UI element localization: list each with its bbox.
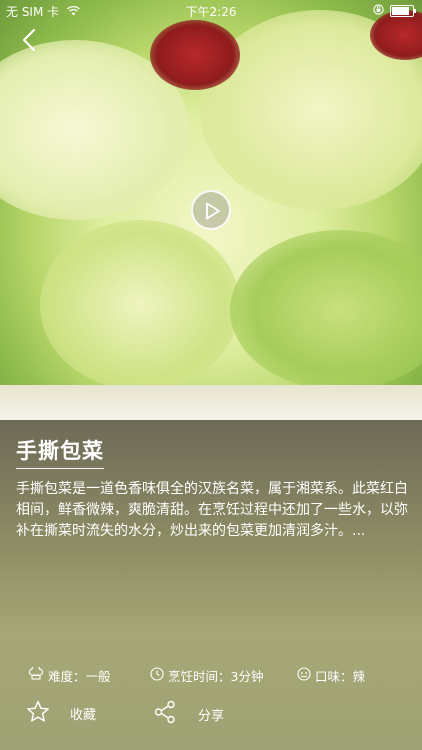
chevron-left-icon: [22, 28, 36, 52]
favorite-button[interactable]: 收藏: [26, 700, 96, 727]
cook-time-info: 烹饪时间：3分钟: [150, 666, 263, 685]
status-bar: 无 SIM 卡 下午2:26: [0, 0, 422, 20]
dish-description: 手撕包菜是一道色香味俱全的汉族名菜，属于湘菜系。此菜红白相间，鲜香微辣，爽脆清甜…: [16, 481, 408, 539]
chili-pepper: [150, 20, 240, 90]
battery-icon: [390, 5, 416, 17]
clock-icon: [150, 667, 164, 684]
plate-edge: [0, 385, 422, 420]
share-label: 分享: [198, 708, 225, 724]
difficulty-text: 难度：一般: [48, 669, 111, 684]
taste-text: 口味：辣: [315, 669, 366, 684]
dish-title: 手撕包菜: [16, 435, 104, 469]
share-button[interactable]: 分享: [154, 700, 224, 728]
cook-time-text: 烹饪时间：3分钟: [168, 669, 264, 684]
orientation-lock-icon: [373, 4, 384, 18]
status-right: [373, 4, 416, 18]
back-button[interactable]: [20, 28, 40, 52]
play-video-button[interactable]: [191, 190, 231, 230]
flavor-icon: [297, 667, 311, 684]
cabbage-leaf: [40, 220, 240, 390]
difficulty-info: 难度：一般: [28, 664, 111, 685]
favorite-label: 收藏: [70, 708, 97, 723]
cabbage-leaf: [230, 230, 422, 390]
chef-hat-icon: [28, 664, 44, 684]
play-icon: [206, 202, 220, 220]
taste-info: 口味：辣: [297, 666, 365, 685]
star-icon: [26, 700, 50, 727]
share-icon: [154, 700, 176, 728]
status-time: 下午2:26: [185, 5, 237, 19]
